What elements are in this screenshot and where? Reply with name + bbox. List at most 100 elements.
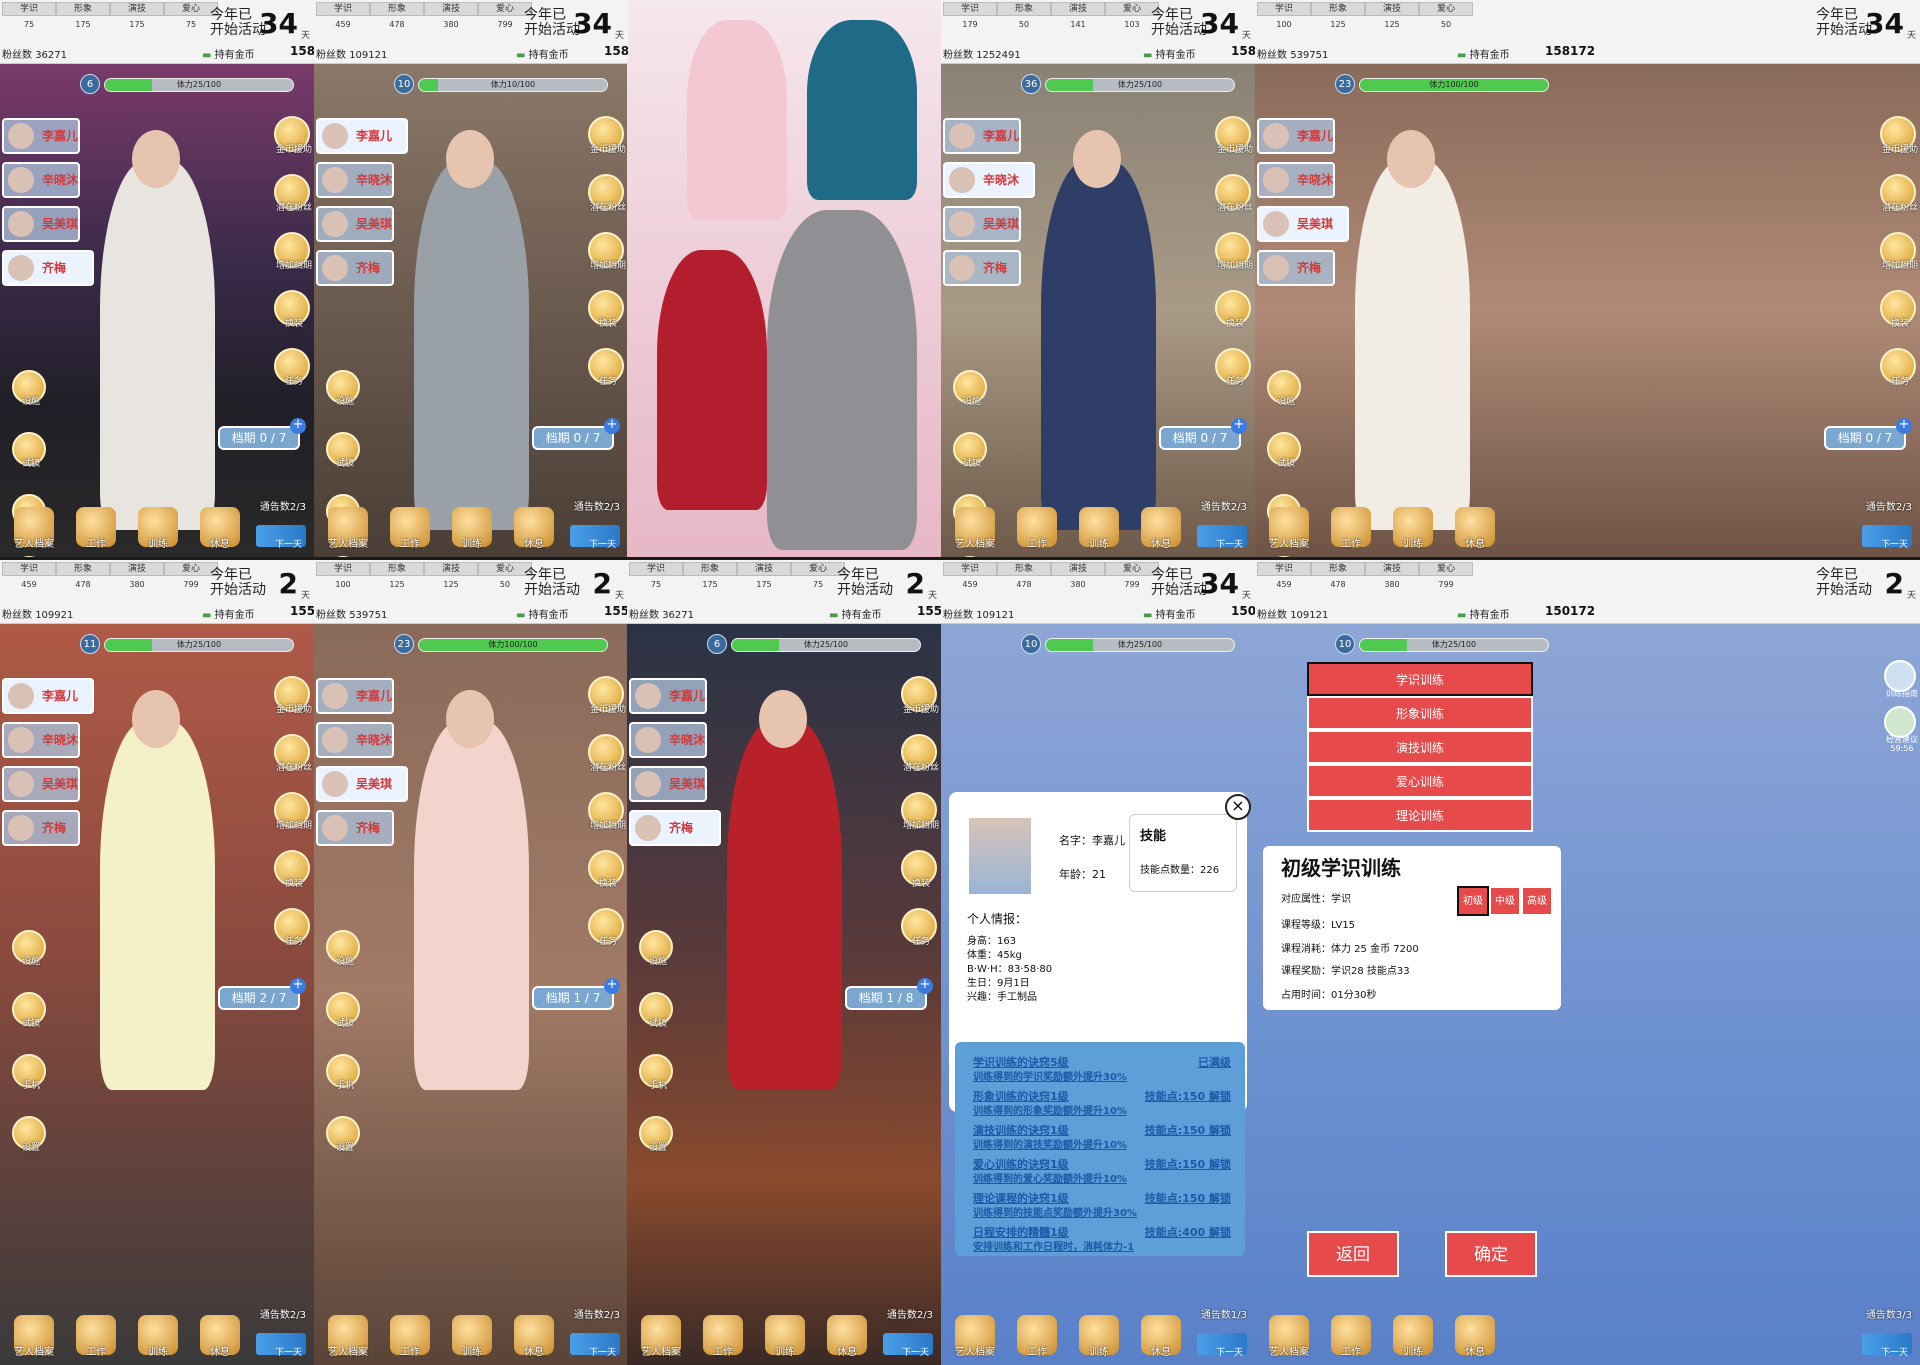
menu-增加档期[interactable]: 增加档期 [1215, 232, 1253, 271]
menu-试镜[interactable]: 试镜 [1267, 432, 1301, 469]
menu-艺人档案[interactable]: 艺人档案 [14, 507, 54, 550]
menu-艺人档案[interactable]: 艺人档案 [955, 1315, 995, 1358]
menu-试镜[interactable]: 试镜 [326, 432, 360, 469]
menu-试镜[interactable]: 试镜 [326, 992, 360, 1029]
menu-任务[interactable]: 任务 [588, 908, 624, 947]
tier-1[interactable]: 初级 [1457, 886, 1489, 916]
character-tab-1[interactable]: 李嘉儿 [316, 678, 394, 714]
character-tab-2[interactable]: 辛晓沐 [943, 162, 1035, 198]
character-tab-2[interactable]: 辛晓沐 [2, 162, 80, 198]
menu-休息[interactable]: 休息 [1455, 507, 1495, 550]
character-tab-3[interactable]: 吴美琪 [316, 206, 394, 242]
menu-潜在粉丝[interactable]: 潜在粉丝 [588, 734, 626, 773]
menu-试镜[interactable]: 试镜 [639, 992, 673, 1029]
menu-试镜[interactable]: 试镜 [12, 992, 46, 1029]
character-tab-3[interactable]: 吴美琪 [943, 206, 1021, 242]
next-day-button[interactable]: 下一天 [1862, 525, 1912, 550]
menu-工作[interactable]: 工作 [1331, 1315, 1371, 1358]
schedule-button[interactable]: 档期 1 / 8 + [845, 978, 933, 1010]
menu-换装[interactable]: 换装 [901, 850, 937, 889]
menu-休息[interactable]: 休息 [1141, 507, 1181, 550]
menu-增加档期[interactable]: 增加档期 [274, 792, 312, 831]
menu-换装[interactable]: 换装 [588, 850, 624, 889]
next-day-button[interactable]: 下一天 [1197, 525, 1247, 550]
menu-设置[interactable]: 设置 [12, 1116, 46, 1153]
menu-休息[interactable]: 休息 [827, 1315, 867, 1358]
menu-换装[interactable]: 换装 [274, 290, 310, 329]
skill-unlock-1[interactable]: 已满级 [1198, 1054, 1231, 1070]
plus-icon[interactable]: + [917, 978, 933, 994]
character-tab-3[interactable]: 吴美琪 [2, 766, 80, 802]
character-tab-1[interactable]: 李嘉儿 [1257, 118, 1335, 154]
menu-工作[interactable]: 工作 [703, 1315, 743, 1358]
guide-button[interactable]: 训练指南 [1884, 660, 1918, 698]
menu-艺人档案[interactable]: 艺人档案 [1269, 507, 1309, 550]
menu-增加档期[interactable]: 增加档期 [274, 232, 312, 271]
skill-unlock-5[interactable]: 技能点:150 解锁 [1145, 1190, 1231, 1206]
training-option-4[interactable]: 爱心训练 [1307, 764, 1533, 798]
menu-手机[interactable]: 手机 [12, 1054, 46, 1091]
menu-潜在粉丝[interactable]: 潜在粉丝 [588, 174, 626, 213]
character-tab-3[interactable]: 吴美琪 [1257, 206, 1349, 242]
next-day-button[interactable]: 下一天 [256, 525, 306, 550]
menu-任务[interactable]: 任务 [1880, 348, 1916, 387]
menu-艺人档案[interactable]: 艺人档案 [328, 1315, 368, 1358]
character-tab-4[interactable]: 齐梅 [1257, 250, 1335, 286]
menu-任务[interactable]: 任务 [274, 908, 310, 947]
menu-金币援助[interactable]: 金币援助 [1880, 116, 1918, 155]
schedule-button[interactable]: 档期 0 / 7 + [532, 418, 620, 450]
character-tab-1[interactable]: 李嘉儿 [943, 118, 1021, 154]
menu-艺人档案[interactable]: 艺人档案 [14, 1315, 54, 1358]
menu-艺人档案[interactable]: 艺人档案 [328, 507, 368, 550]
character-tab-4[interactable]: 齐梅 [943, 250, 1021, 286]
menu-设施[interactable]: 设施 [326, 930, 360, 967]
plus-icon[interactable]: + [1896, 418, 1912, 434]
plus-icon[interactable]: + [1231, 418, 1247, 434]
plus-icon[interactable]: + [604, 978, 620, 994]
tier-2[interactable]: 中级 [1489, 886, 1521, 916]
menu-休息[interactable]: 休息 [200, 507, 240, 550]
character-tab-2[interactable]: 辛晓沐 [629, 722, 707, 758]
character-tab-2[interactable]: 辛晓沐 [316, 722, 394, 758]
menu-设置[interactable]: 设置 [326, 1116, 360, 1153]
menu-增加档期[interactable]: 增加档期 [588, 792, 626, 831]
character-tab-3[interactable]: 吴美琪 [316, 766, 408, 802]
menu-金币援助[interactable]: 金币援助 [1215, 116, 1253, 155]
menu-休息[interactable]: 休息 [514, 507, 554, 550]
menu-艺人档案[interactable]: 艺人档案 [641, 1315, 681, 1358]
menu-任务[interactable]: 任务 [901, 908, 937, 947]
menu-训练[interactable]: 训练 [452, 1315, 492, 1358]
next-day-button[interactable]: 下一天 [256, 1333, 306, 1358]
next-day-button[interactable]: 下一天 [570, 525, 620, 550]
schedule-button[interactable]: 档期 2 / 7 + [218, 978, 306, 1010]
menu-换装[interactable]: 换装 [1215, 290, 1251, 329]
back-button[interactable]: 返回 [1307, 1231, 1399, 1277]
character-tab-3[interactable]: 吴美琪 [629, 766, 707, 802]
menu-手机[interactable]: 手机 [639, 1054, 673, 1091]
menu-任务[interactable]: 任务 [588, 348, 624, 387]
menu-训练[interactable]: 训练 [1393, 507, 1433, 550]
menu-艺人档案[interactable]: 艺人档案 [1269, 1315, 1309, 1358]
menu-潜在粉丝[interactable]: 潜在粉丝 [1880, 174, 1918, 213]
menu-工作[interactable]: 工作 [1017, 507, 1057, 550]
menu-潜在粉丝[interactable]: 潜在粉丝 [901, 734, 939, 773]
character-tab-4[interactable]: 齐梅 [316, 810, 394, 846]
character-tab-4[interactable]: 齐梅 [316, 250, 394, 286]
menu-设施[interactable]: 设施 [639, 930, 673, 967]
next-day-button[interactable]: 下一天 [883, 1333, 933, 1358]
menu-潜在粉丝[interactable]: 潜在粉丝 [1215, 174, 1253, 213]
menu-工作[interactable]: 工作 [76, 1315, 116, 1358]
menu-休息[interactable]: 休息 [200, 1315, 240, 1358]
menu-换装[interactable]: 换装 [588, 290, 624, 329]
skill-unlock-3[interactable]: 技能点:150 解锁 [1145, 1122, 1231, 1138]
skill-unlock-6[interactable]: 技能点:400 解锁 [1145, 1224, 1231, 1240]
next-day-button[interactable]: 下一天 [1197, 1333, 1247, 1358]
menu-增加档期[interactable]: 增加档期 [588, 232, 626, 271]
skill-unlock-2[interactable]: 技能点:150 解锁 [1145, 1088, 1231, 1104]
menu-试镜[interactable]: 试镜 [953, 432, 987, 469]
character-tab-1[interactable]: 李嘉儿 [316, 118, 408, 154]
menu-增加档期[interactable]: 增加档期 [1880, 232, 1918, 271]
tier-3[interactable]: 高级 [1521, 886, 1553, 916]
plus-icon[interactable]: + [290, 418, 306, 434]
menu-训练[interactable]: 训练 [138, 1315, 178, 1358]
